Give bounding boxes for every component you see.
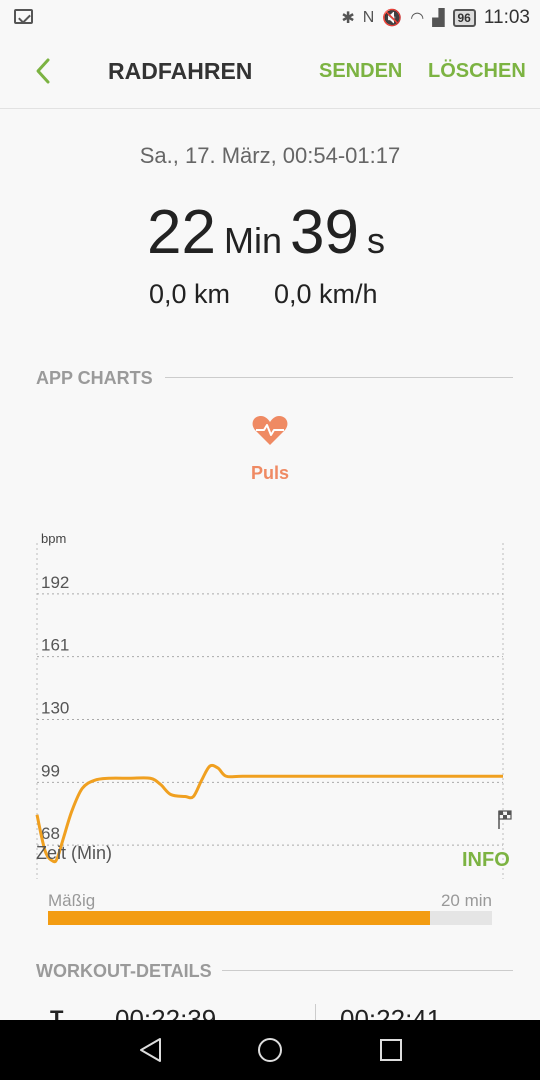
duration-seconds-unit: s <box>366 220 385 261</box>
mute-icon: 🔇 <box>382 10 403 27</box>
intensity-bar <box>48 911 492 925</box>
section-divider <box>222 970 513 971</box>
workout-duration: 22 Min 39 s <box>0 197 540 268</box>
y-unit-label: bpm <box>41 531 66 546</box>
y-tick-label: 192 <box>41 573 69 592</box>
recents-nav-icon[interactable] <box>378 1036 404 1064</box>
page-title: RADFAHREN <box>108 58 253 84</box>
workout-details-heading: WORKOUT-DETAILS <box>36 961 212 981</box>
send-button[interactable]: SENDEN <box>319 60 402 83</box>
battery-icon: 96 <box>452 9 476 27</box>
mail-icon <box>14 9 33 24</box>
nfc-icon: N <box>362 9 375 26</box>
home-nav-icon[interactable] <box>256 1036 284 1064</box>
status-bar: ✱ N 🔇 ◠ ▟ 96 11:03 <box>0 0 540 36</box>
info-button[interactable]: INFO <box>462 849 510 872</box>
status-icons: ✱ N 🔇 ◠ ▟ 96 11:03 <box>341 6 530 30</box>
bluetooth-icon: ✱ <box>341 10 355 27</box>
section-divider <box>165 377 513 378</box>
detail-time-2: 00:22:41 <box>340 1004 442 1020</box>
wifi-icon: ◠ <box>410 10 425 27</box>
intensity-label: Mäßig <box>48 891 96 910</box>
heart-rate-chart[interactable]: 1921611309968 01020 bpm <box>0 519 540 879</box>
duration-minutes: 22 <box>147 198 216 267</box>
finish-flag-icon <box>498 810 512 829</box>
distance-value: 0,0 km <box>149 279 231 309</box>
x-axis-label: Zeit (Min) <box>36 843 112 863</box>
intensity-bar-fill <box>48 911 430 925</box>
intensity-max-label: 20 min <box>440 891 492 910</box>
metric-label: Puls <box>250 463 289 483</box>
app-charts-heading: APP CHARTS <box>36 368 153 388</box>
delete-button[interactable]: LÖSCHEN <box>428 60 526 83</box>
workout-date: Sa., 17. März, 00:54-01:17 <box>139 143 401 168</box>
y-tick-label: 161 <box>41 636 69 655</box>
y-tick-label: 130 <box>41 699 69 718</box>
back-nav-icon[interactable] <box>138 1036 164 1064</box>
app-bar: RADFAHREN SENDEN LÖSCHEN <box>0 36 540 109</box>
y-tick-label: 99 <box>41 761 60 780</box>
signal-icon: ▟ <box>432 10 445 27</box>
speed-value: 0,0 km/h <box>274 279 378 309</box>
duration-seconds: 39 <box>290 198 359 267</box>
workout-content[interactable]: Sa., 17. März, 00:54-01:17 22 Min 39 s 0,0 … <box>0 109 540 1020</box>
clock: 11:03 <box>483 7 530 28</box>
heart-rate-icon <box>252 416 288 445</box>
detail-divider <box>315 1004 316 1020</box>
duration-minutes-unit: Min <box>223 220 282 261</box>
timer-icon: T <box>50 1006 64 1020</box>
chart-grid <box>36 543 504 879</box>
navigation-bar <box>0 1020 540 1080</box>
detail-time-1: 00:22:39 <box>115 1004 217 1020</box>
chart-y-ticks: 1921611309968 <box>41 573 69 843</box>
back-icon[interactable] <box>30 56 60 86</box>
workout-details-row: T 00:22:39 00:22:41 <box>0 1004 540 1020</box>
